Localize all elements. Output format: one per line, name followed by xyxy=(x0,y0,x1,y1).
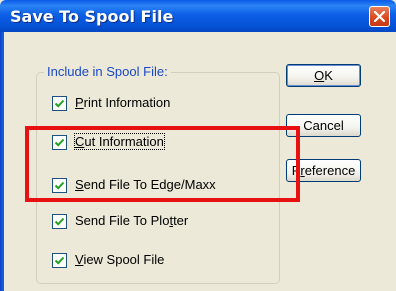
close-icon xyxy=(374,11,385,22)
group-legend: Include in Spool File: xyxy=(44,64,171,79)
checkmark-icon xyxy=(54,256,65,265)
checkbox-label: View Spool File xyxy=(75,252,165,267)
checkbox-label: Send File To Plotter xyxy=(75,213,189,228)
ok-button[interactable]: OK xyxy=(286,64,361,87)
window-frame-left xyxy=(0,32,4,291)
window-title: Save To Spool File xyxy=(10,7,174,26)
checkmark-icon xyxy=(54,217,65,226)
checkmark-icon xyxy=(54,99,65,108)
red-highlight-box xyxy=(25,126,300,202)
checkbox-label: Print Information xyxy=(75,95,171,110)
checkbox-box[interactable] xyxy=(52,214,67,229)
checkbox-box[interactable] xyxy=(52,253,67,268)
close-button[interactable] xyxy=(369,6,390,27)
checkbox-box[interactable] xyxy=(52,96,67,111)
title-bar[interactable]: Save To Spool File xyxy=(0,0,396,32)
save-to-spool-file-dialog: Save To Spool File Include in Spool File… xyxy=(0,0,396,291)
